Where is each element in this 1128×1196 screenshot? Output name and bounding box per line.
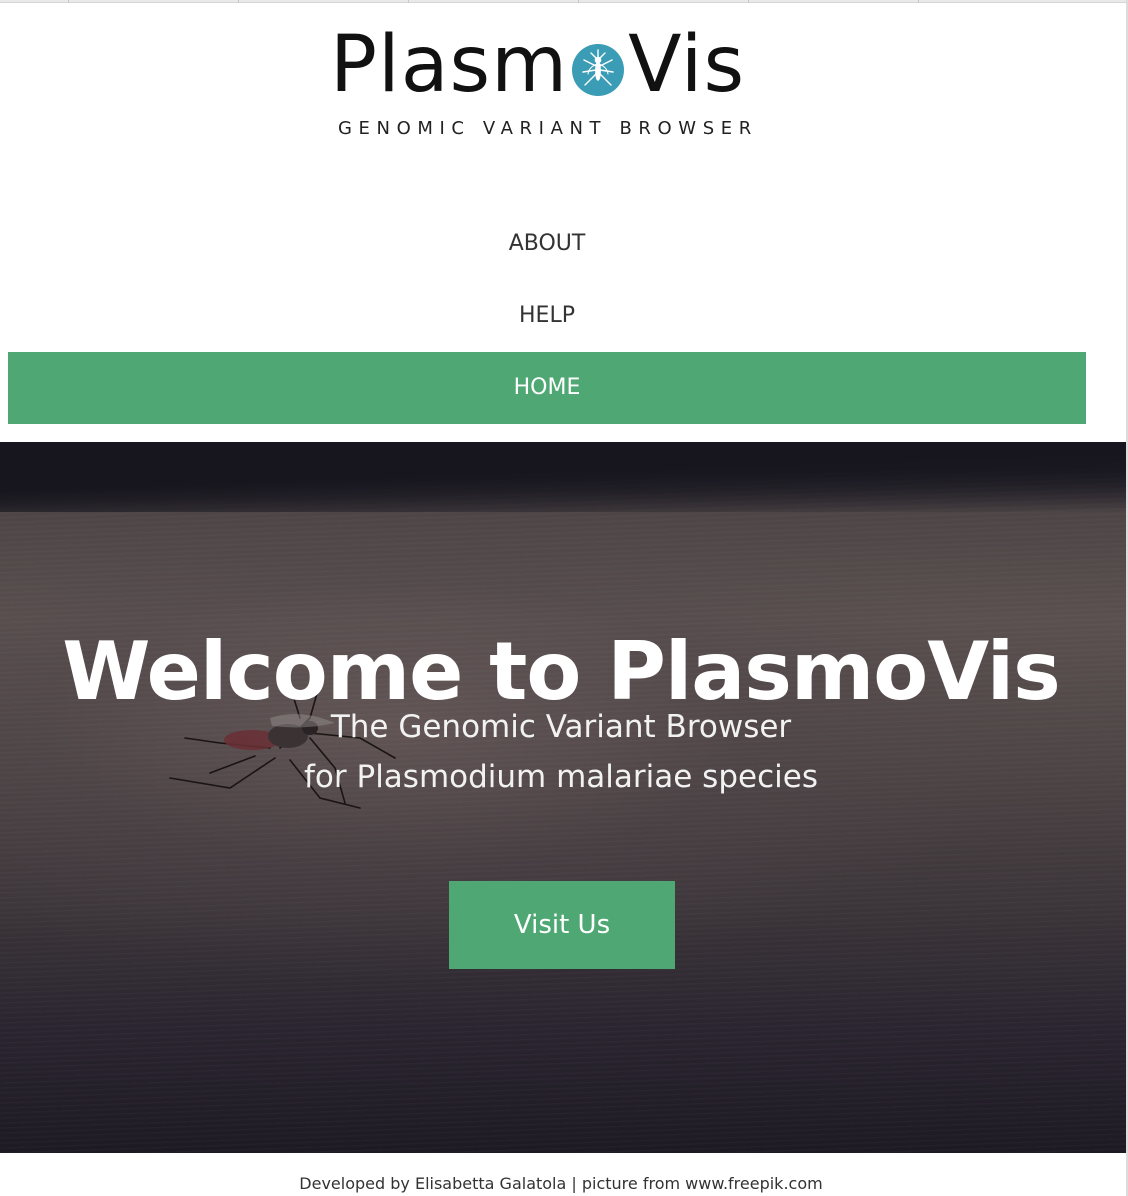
hero-subtitle-line-1: The Genomic Variant Browser bbox=[330, 709, 792, 745]
tab-separator bbox=[918, 0, 919, 3]
nav-item-home[interactable]: HOME bbox=[8, 352, 1086, 424]
nav-item-help[interactable]: HELP bbox=[8, 280, 1086, 352]
site-logo[interactable]: Plasm Vis GENOMIC VARIANT BROWSER bbox=[330, 20, 770, 145]
hero-shadow bbox=[0, 442, 1126, 512]
main-nav: ABOUT HELP HOME bbox=[8, 208, 1086, 424]
nav-item-about[interactable]: ABOUT bbox=[8, 208, 1086, 280]
hero-subtitle: The Genomic Variant Browser for Plasmodi… bbox=[0, 702, 1122, 802]
site-footer: Developed by Elisabetta Galatola | pictu… bbox=[299, 1174, 823, 1193]
logo-wordmark: Plasm Vis bbox=[330, 20, 745, 110]
logo-tagline: GENOMIC VARIANT BROWSER bbox=[338, 118, 758, 139]
browser-tab-strip bbox=[0, 0, 1128, 3]
tab-separator bbox=[68, 0, 69, 3]
logo-word-right: Vis bbox=[628, 20, 746, 110]
logo-word-left: Plasm bbox=[330, 20, 569, 110]
tab-separator bbox=[578, 0, 579, 3]
visit-us-button[interactable]: Visit Us bbox=[449, 881, 675, 969]
mosquito-icon bbox=[572, 44, 625, 96]
tab-separator bbox=[238, 0, 239, 3]
page: Plasm Vis GENOMIC VARIANT BROWSER ABOUT … bbox=[0, 0, 1128, 1196]
tab-separator bbox=[408, 0, 409, 3]
hero-subtitle-line-2: for Plasmodium malariae species bbox=[304, 759, 818, 795]
tab-separator bbox=[748, 0, 749, 3]
